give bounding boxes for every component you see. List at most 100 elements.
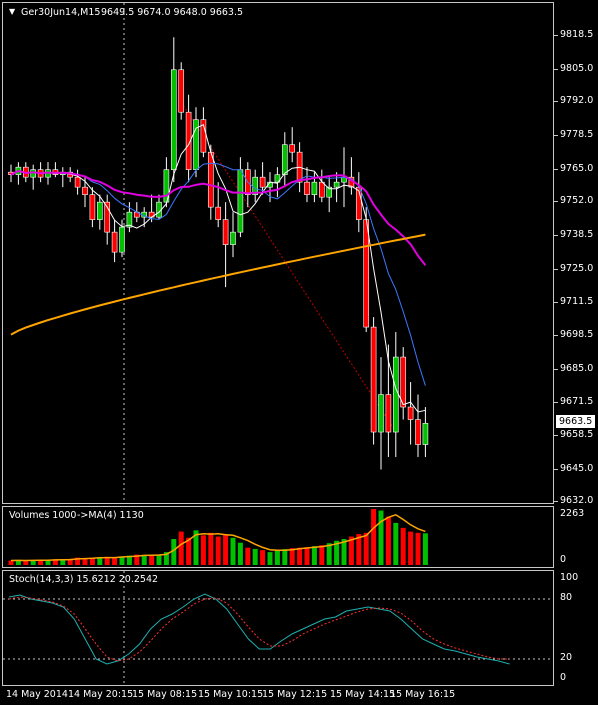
candle [378, 357, 384, 470]
candle-body [318, 181, 325, 198]
price-axis-label: 9778.5 [560, 128, 594, 140]
ohlc-readout: 9649.5 9674.0 9648.0 9663.5 [101, 7, 244, 18]
candle-body [119, 226, 125, 253]
candle-body [311, 181, 318, 195]
volume-bar [156, 554, 162, 565]
price-axis-label: 9685.0 [560, 362, 594, 374]
candle [333, 172, 340, 203]
volume-bar [89, 558, 95, 565]
candle-body [422, 422, 429, 445]
price-chart-pane[interactable]: ▼ Ger30Jun14,M15 9649.5 9674.0 9648.0 96… [2, 2, 554, 504]
volume-bar [237, 542, 243, 565]
stoch-k-line [8, 593, 510, 665]
price-axis-tick [554, 402, 558, 404]
price-axis-label: 9725.0 [560, 262, 594, 274]
triangle-down-icon: ▼ [9, 7, 16, 16]
candle [370, 317, 377, 445]
price-axis-label: 9792.0 [560, 95, 594, 107]
volume-bar [393, 522, 399, 565]
volume-bar [200, 535, 206, 565]
price-axis-label: 9645.0 [560, 462, 594, 474]
candle [89, 187, 96, 228]
stoch-d-line [8, 596, 510, 662]
candle-body [215, 206, 221, 220]
price-axis-tick [554, 368, 558, 370]
price-axis-label: 9765.0 [560, 162, 594, 174]
candle [274, 167, 281, 198]
ma-long-line [10, 233, 426, 336]
volume-bar [422, 533, 428, 565]
volume-bar [363, 532, 369, 565]
candle [252, 169, 258, 203]
price-axis-tick [554, 35, 558, 36]
candle-body [407, 406, 414, 420]
price-axis-label: 9752.0 [560, 195, 594, 207]
current-price-box: 9663.5 [556, 415, 596, 429]
volume-bar [141, 555, 147, 565]
price-axis-label: 9671.5 [560, 396, 594, 408]
time-axis-label: 14 May 20:15 [68, 689, 134, 700]
time-axis-label: 15 May 12:15 [262, 689, 328, 700]
candle-body [370, 326, 377, 433]
volume-bar [408, 531, 414, 565]
candle-body [89, 194, 96, 220]
volume-ma-label: ->MA(4) 1130 [77, 510, 144, 521]
stochastic-pane[interactable]: Stoch(14,3,3) 15.6212 20.2542 [2, 570, 554, 686]
price-axis[interactable]: 9818.5 9805.0 9792.0 9778.5 9765.0 9752.0 9738… [554, 2, 598, 506]
candle-body [415, 419, 421, 445]
price-axis-tick [554, 302, 558, 304]
stoch-axis-label: 20 [560, 652, 573, 663]
candle-body [82, 186, 88, 195]
candle-body [208, 151, 214, 208]
volume-bar [252, 548, 258, 565]
volume-pane[interactable]: Volumes 1000 ->MA(4) 1130 [2, 506, 554, 568]
price-axis-label: 9698.5 [560, 328, 594, 340]
time-axis-label: 15 May 16:15 [390, 689, 456, 700]
price-axis-label: 9632.0 [560, 495, 594, 506]
volume-bar [149, 555, 155, 565]
candle [163, 157, 170, 208]
time-axis-label: 15 May 14:15 [330, 689, 396, 700]
time-axis-label: 15 May 08:15 [132, 689, 198, 700]
volume-label: Volumes 1000 [9, 510, 77, 521]
price-axis-tick [554, 134, 558, 136]
stochastic-label: Stoch(14,3,3) 15.6212 20.2542 [9, 574, 159, 585]
volume-bar [311, 546, 317, 565]
volume-bar [223, 534, 229, 565]
price-axis-tick [554, 68, 558, 70]
candle [237, 157, 244, 238]
candle-body [178, 69, 184, 113]
stochastic-chart[interactable] [3, 571, 553, 685]
candle-body [400, 356, 407, 408]
candle [59, 167, 66, 188]
candle [422, 407, 429, 458]
volume-bar [319, 545, 325, 565]
candle [304, 167, 310, 203]
candle-body [237, 169, 244, 233]
price-axis-label: 9711.5 [560, 296, 594, 308]
price-axis-label: 9738.5 [560, 228, 594, 240]
volume-bar [378, 510, 384, 565]
volume-axis-label: 0 [560, 554, 567, 565]
candle [111, 219, 118, 263]
candle-body [304, 181, 310, 195]
stoch-axis-label: 0 [560, 672, 567, 683]
candle-body [259, 176, 266, 188]
candle [156, 194, 162, 220]
volume-bar [400, 527, 406, 565]
candle-body [378, 394, 384, 433]
price-axis-label: 9818.5 [560, 29, 594, 40]
candle [348, 157, 355, 195]
candle [52, 162, 59, 178]
candle-body [111, 231, 118, 253]
candle-body [74, 176, 81, 188]
volume-bar [23, 560, 29, 565]
price-axis-tick [554, 334, 558, 336]
volume-axis: 2263 0 [554, 506, 598, 568]
price-axis-tick [554, 234, 558, 236]
candle [30, 164, 37, 190]
candlestick-chart[interactable] [3, 3, 553, 503]
volume-bar [45, 560, 51, 565]
volume-bar [385, 516, 391, 565]
candle [230, 212, 236, 258]
